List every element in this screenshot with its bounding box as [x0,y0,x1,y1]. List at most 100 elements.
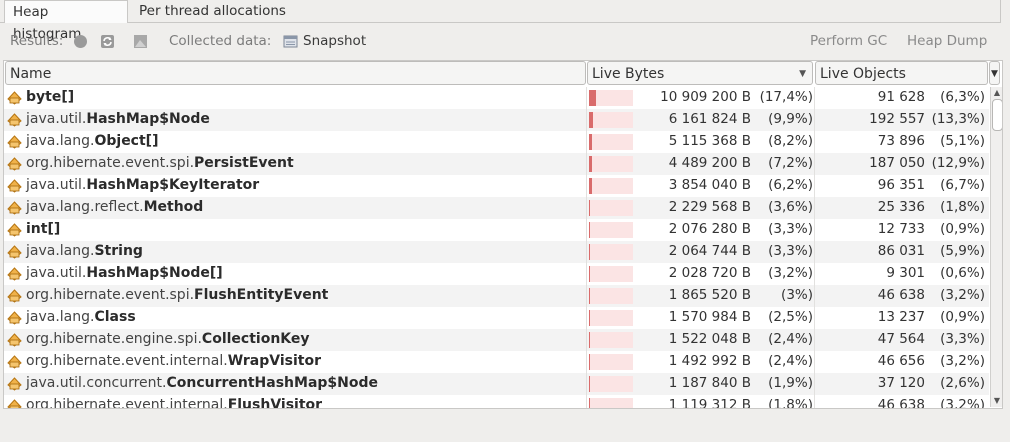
table-row[interactable]: org.hibernate.event.internal.WrapVisitor… [4,351,989,373]
table-row[interactable]: java.util.HashMap$KeyIterator 3 854 040 B… [4,175,989,197]
refresh-icon[interactable] [100,34,115,49]
table-row[interactable]: java.util.HashMap$Node[] 2 028 720 B (3,2%… [4,263,989,285]
live-bytes-bar-fill [589,200,590,216]
live-bytes-bar-fill [589,178,592,194]
column-divider [814,263,815,285]
scroll-down-icon[interactable]: ▼ [991,395,1002,407]
live-bytes-value: 3 854 040 B [668,177,751,193]
live-bytes-bar [589,398,633,408]
live-bytes-value: 6 161 824 B [668,111,751,127]
live-bytes-value: 1 187 840 B [668,375,751,391]
simple-class-name: FlushVisitor [227,397,323,408]
table-row[interactable]: org.hibernate.engine.spi.CollectionKey 1 … [4,329,989,351]
table-row[interactable]: java.util.HashMap$Node 6 161 824 B (9,9%) 1… [4,109,989,131]
class-icon [7,223,22,237]
column-divider [814,197,815,219]
class-icon [7,267,22,281]
column-menu-button[interactable]: ▼ [989,61,1000,85]
vertical-scrollbar[interactable]: ▲ ▼ [990,87,1002,407]
table-row[interactable]: org.hibernate.event.spi.PersistEvent 4 48… [4,153,989,175]
class-name: byte[] [26,89,74,105]
live-bytes-percent: (2,5%) [768,309,813,325]
table-row[interactable]: java.lang.Object[] 5 115 368 B (8,2%) 73 89… [4,131,989,153]
live-bytes-bar-fill [589,310,590,326]
live-objects-percent: (3,2%) [940,397,985,408]
class-icon [7,333,22,347]
live-objects-value: 192 557 [869,111,925,127]
simple-class-name: HashMap$KeyIterator [86,177,260,193]
live-bytes-bar [589,376,633,392]
column-divider [814,329,815,351]
live-bytes-bar [589,134,633,150]
package-name: java.lang. [26,243,95,259]
live-bytes-value: 2 229 568 B [668,199,751,215]
simple-class-name: HashMap$Node [86,111,210,127]
class-name: java.util.HashMap$KeyIterator [26,177,259,193]
scroll-up-icon[interactable]: ▲ [991,87,1002,99]
column-divider [814,285,815,307]
live-bytes-percent: (9,9%) [768,111,813,127]
live-bytes-bar-fill [589,376,590,392]
column-divider [586,109,587,131]
live-bytes-bar [589,332,633,348]
class-name: org.hibernate.event.spi.FlushEntityEvent [26,287,328,303]
table-body: byte[] 10 909 200 B (17,4%) 91 628 (6,3%) jav… [4,87,989,408]
perform-gc-button[interactable]: Perform GC [810,33,887,49]
table-row[interactable]: org.hibernate.event.internal.FlushVisito… [4,395,989,408]
simple-class-name: ConcurrentHashMap$Node [166,375,379,391]
column-header-live-bytes[interactable]: Live Bytes ▼ [587,61,813,85]
live-objects-value: 37 120 [877,375,925,391]
live-objects-percent: (13,3%) [931,111,985,127]
sort-descending-icon: ▼ [799,69,806,79]
simple-class-name: HashMap$Node[] [86,265,223,281]
snapshot-icon[interactable] [283,34,298,49]
live-bytes-percent: (3%) [781,287,813,303]
package-name: org.hibernate.event.spi. [26,287,195,303]
class-name: int[] [26,221,60,237]
class-icon [7,311,22,325]
live-objects-value: 46 638 [877,287,925,303]
class-icon [7,245,22,259]
table-row[interactable]: java.lang.reflect.Method 2 229 568 B (3,6%… [4,197,989,219]
package-name: java.util. [26,111,87,127]
live-bytes-bar [589,244,633,260]
class-icon [7,355,22,369]
scrollbar-thumb[interactable] [992,99,1002,131]
export-image-icon[interactable] [133,34,148,49]
package-name: java.lang. [26,309,95,325]
column-divider [586,373,587,395]
tab-heap-histogram[interactable]: Heap histogram [4,0,128,42]
column-divider [586,87,587,109]
package-name: java.util. [26,177,87,193]
live-bytes-value: 4 489 200 B [668,155,751,171]
column-header-live-objects[interactable]: Live Objects [815,61,988,85]
live-objects-value: 47 564 [877,331,925,347]
live-objects-value: 46 638 [877,397,925,408]
table-row[interactable]: org.hibernate.event.spi.FlushEntityEvent… [4,285,989,307]
tab-per-thread-allocations[interactable]: Per thread allocations [131,0,301,21]
simple-class-name: PersistEvent [194,155,294,171]
snapshot-link[interactable]: Snapshot [303,33,366,49]
heap-dump-button[interactable]: Heap Dump [907,33,987,49]
stop-icon[interactable] [73,34,88,49]
table-row[interactable]: byte[] 10 909 200 B (17,4%) 91 628 (6,3%) [4,87,989,109]
live-bytes-percent: (3,3%) [768,243,813,259]
live-objects-value: 91 628 [877,89,925,105]
class-name: java.lang.reflect.Method [26,199,203,215]
column-header-name[interactable]: Name [5,61,586,85]
simple-class-name: String [94,243,143,259]
live-objects-value: 25 336 [877,199,925,215]
class-icon [7,289,22,303]
live-objects-percent: (3,2%) [940,353,985,369]
live-bytes-bar [589,156,633,172]
class-name: org.hibernate.event.internal.WrapVisitor [26,353,321,369]
class-name: java.util.HashMap$Node[] [26,265,223,281]
table-row[interactable]: java.util.concurrent.ConcurrentHashMap$N… [4,373,989,395]
table-row[interactable]: java.lang.String 2 064 744 B (3,3%) 86 031 (… [4,241,989,263]
live-bytes-bar [589,90,633,106]
table-row[interactable]: int[] 2 076 280 B (3,3%) 12 733 (0,9%) [4,219,989,241]
table-row[interactable]: java.lang.Class 1 570 984 B (2,5%) 13 237 (0… [4,307,989,329]
live-bytes-bar [589,266,633,282]
class-icon [7,157,22,171]
class-name: java.util.HashMap$Node [26,111,210,127]
